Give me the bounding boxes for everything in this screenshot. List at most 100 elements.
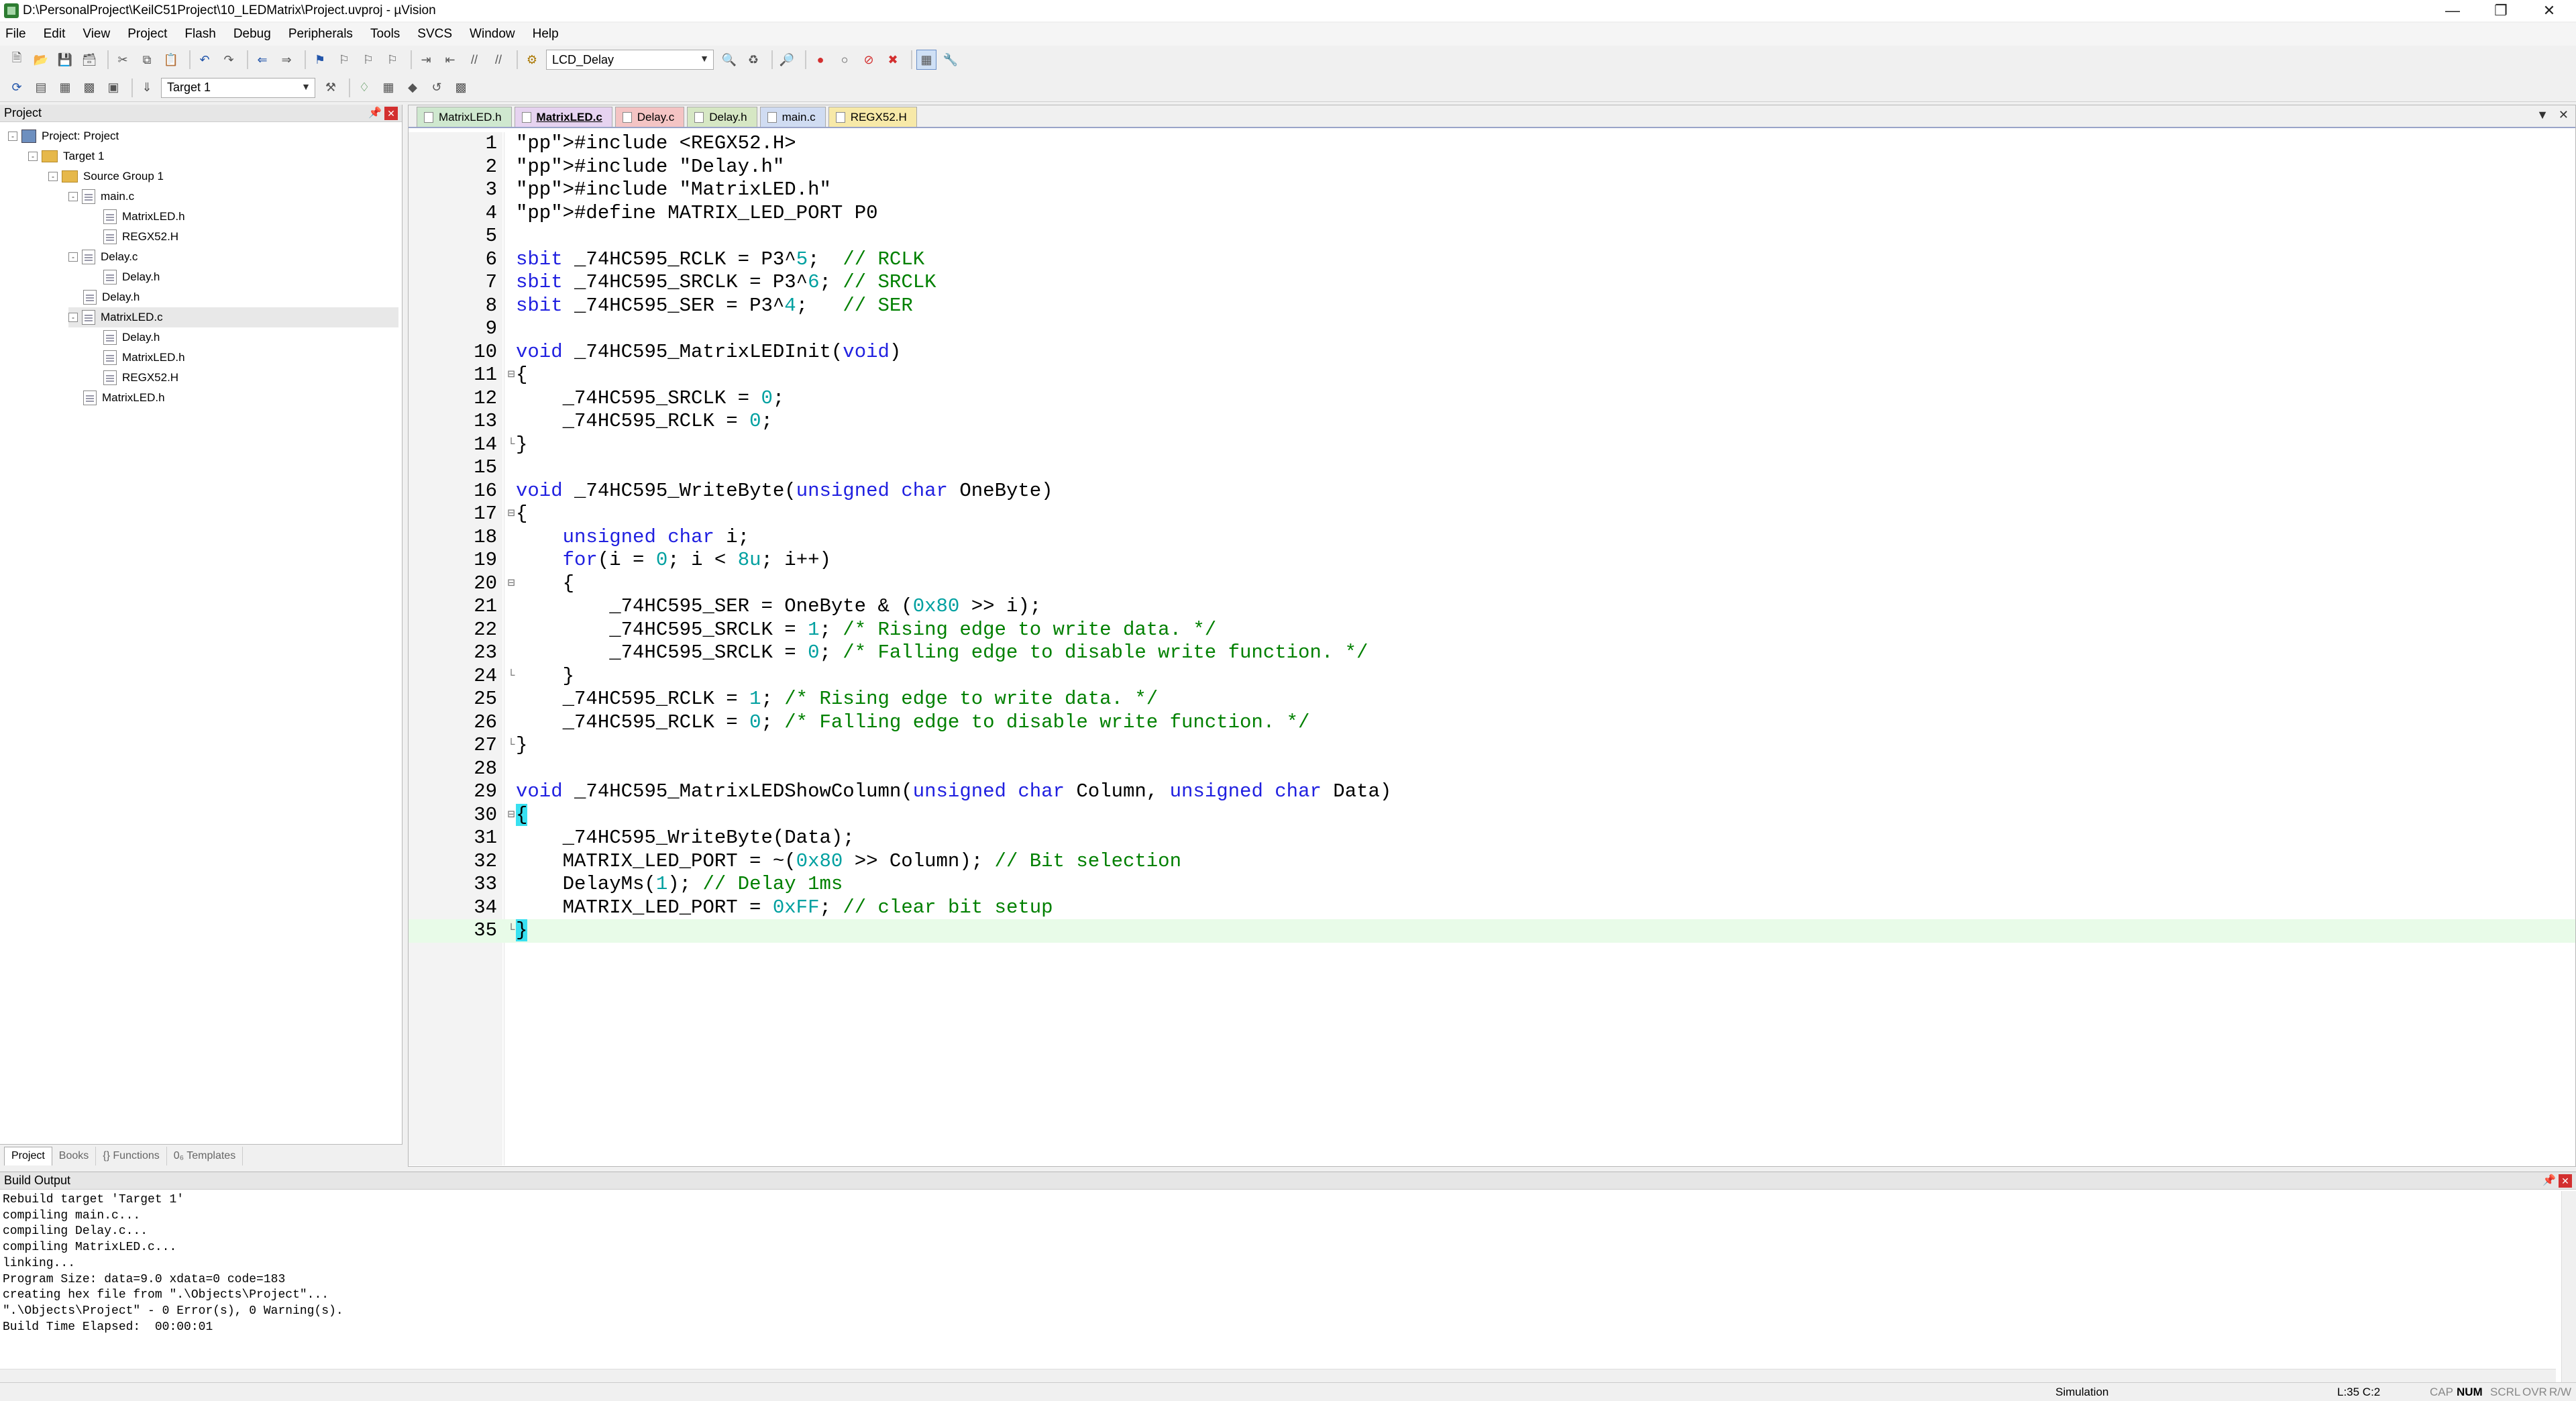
pin-icon[interactable]: 📌	[2542, 1174, 2556, 1187]
open-file-icon[interactable]: 📂	[31, 50, 51, 70]
code-line[interactable]: 20 ⊟ {	[409, 572, 2575, 596]
menu-file[interactable]: File	[5, 27, 26, 42]
code-line[interactable]: 30 ⊟{	[409, 803, 2575, 827]
disable-breakpoints-icon[interactable]: ⊘	[859, 50, 879, 70]
code-area[interactable]: 1 "pp">#include <REGX52.H> 2 "pp">#include …	[409, 132, 2575, 1165]
menu-edit[interactable]: Edit	[44, 27, 66, 42]
manage-components-icon[interactable]: ♢	[354, 78, 374, 98]
close-window-button[interactable]: ✕	[2525, 0, 2573, 21]
code-line[interactable]: 23 _74HC595_SRCLK = 0; /* Falling edge t…	[409, 641, 2575, 665]
code-line[interactable]: 34 MATRIX_LED_PORT = 0xFF; // clear bit …	[409, 896, 2575, 920]
new-file-icon[interactable]: 🗎	[7, 50, 27, 70]
code-line[interactable]: 1 "pp">#include <REGX52.H>	[409, 132, 2575, 156]
menu-window[interactable]: Window	[470, 27, 515, 42]
tree-node-delay-h[interactable]: Delay.h	[83, 287, 140, 307]
navigate-back-icon[interactable]: ⇐	[252, 50, 272, 70]
tab-functions[interactable]: {} Functions	[96, 1146, 167, 1165]
tree-node-include[interactable]: REGX52.H	[103, 368, 178, 388]
replace-icon[interactable]: ♻	[743, 50, 763, 70]
collapse-icon[interactable]: -	[28, 152, 38, 161]
menu-view[interactable]: View	[83, 27, 110, 42]
code-line[interactable]: 5	[409, 225, 2575, 248]
tree-node-project[interactable]: - Project: Project	[8, 126, 119, 146]
code-line[interactable]: 18 unsigned char i;	[409, 526, 2575, 550]
code-line[interactable]: 24 └ }	[409, 665, 2575, 688]
translate-icon[interactable]: ⟳	[7, 78, 27, 98]
code-line[interactable]: 12 _74HC595_SRCLK = 0;	[409, 387, 2575, 411]
collapse-icon[interactable]: -	[8, 132, 17, 141]
vertical-scrollbar[interactable]	[2561, 1191, 2576, 1383]
minimize-button[interactable]: —	[2428, 0, 2477, 21]
horizontal-scrollbar[interactable]	[0, 1369, 2556, 1382]
tab-templates[interactable]: 0₆ Templates	[167, 1146, 244, 1165]
collapse-icon[interactable]: -	[68, 192, 78, 201]
menu-flash[interactable]: Flash	[184, 27, 215, 42]
next-bookmark-icon[interactable]: ⚐	[358, 50, 378, 70]
collapse-icon[interactable]: -	[68, 313, 78, 322]
editor-tab[interactable]: MatrixLED.h	[417, 107, 512, 127]
code-line[interactable]: 33 DelayMs(1); // Delay 1ms	[409, 873, 2575, 896]
batch-build-icon[interactable]: ▩	[79, 78, 99, 98]
menu-svcs[interactable]: SVCS	[417, 27, 452, 42]
tree-node-matrixled-h[interactable]: MatrixLED.h	[83, 388, 165, 408]
code-line[interactable]: 10 void _74HC595_MatrixLEDInit(void)	[409, 341, 2575, 364]
copy-icon[interactable]: ⧉	[137, 50, 157, 70]
close-icon[interactable]: ✕	[384, 107, 398, 120]
configure-icon[interactable]: 🔧	[941, 50, 961, 70]
code-line[interactable]: 6 sbit _74HC595_RCLK = P3^5; // RCLK	[409, 248, 2575, 272]
clear-bookmarks-icon[interactable]: ⚐	[382, 50, 402, 70]
navigate-forward-icon[interactable]: ⇒	[276, 50, 297, 70]
code-line[interactable]: 19 for(i = 0; i < 8u; i++)	[409, 549, 2575, 572]
tree-node-main-c[interactable]: - main.c	[68, 187, 134, 207]
tree-node-matrixled-c[interactable]: - MatrixLED.c	[68, 307, 398, 327]
menu-peripherals[interactable]: Peripherals	[288, 27, 353, 42]
save-all-icon[interactable]: 🗃	[79, 50, 99, 70]
build-output-log[interactable]: Rebuild target 'Target 1' compiling main.…	[3, 1192, 343, 1335]
pin-icon[interactable]: 📌	[368, 106, 382, 119]
menu-debug[interactable]: Debug	[233, 27, 271, 42]
indent-icon[interactable]: ⇥	[416, 50, 436, 70]
code-line[interactable]: 17 ⊟{	[409, 503, 2575, 526]
paste-icon[interactable]: 📋	[161, 50, 181, 70]
code-line[interactable]: 28	[409, 758, 2575, 781]
target-select[interactable]: Target 1 ▼	[161, 77, 315, 98]
cut-icon[interactable]: ✂	[113, 50, 133, 70]
code-line[interactable]: 11 ⊟{	[409, 364, 2575, 387]
rebuild-icon[interactable]: ▦	[55, 78, 75, 98]
download-icon[interactable]: ⇓	[137, 78, 157, 98]
tree-node-delay-c[interactable]: - Delay.c	[68, 247, 138, 267]
tree-node-include[interactable]: MatrixLED.h	[103, 348, 185, 368]
pack-installer-icon[interactable]: ▩	[451, 78, 471, 98]
code-line[interactable]: 21 _74HC595_SER = OneByte & (0x80 >> i);	[409, 595, 2575, 619]
code-line[interactable]: 8 sbit _74HC595_SER = P3^4; // SER	[409, 295, 2575, 318]
kill-breakpoints-icon[interactable]: ✖	[883, 50, 903, 70]
code-line[interactable]: 13 _74HC595_RCLK = 0;	[409, 410, 2575, 433]
close-icon[interactable]: ✕	[2559, 1174, 2572, 1188]
code-line[interactable]: 26 _74HC595_RCLK = 0; /* Falling edge to…	[409, 711, 2575, 735]
prev-bookmark-icon[interactable]: ⚐	[334, 50, 354, 70]
code-line[interactable]: 16 void _74HC595_WriteByte(unsigned char …	[409, 480, 2575, 503]
unindent-icon[interactable]: ⇤	[440, 50, 460, 70]
select-pack-icon[interactable]: ◆	[402, 78, 423, 98]
uncomment-icon[interactable]: //	[488, 50, 508, 70]
find-in-files-icon[interactable]: 🔍	[719, 50, 739, 70]
stop-build-icon[interactable]: ▣	[103, 78, 123, 98]
collapse-icon[interactable]: -	[68, 252, 78, 262]
tree-node-include[interactable]: MatrixLED.h	[103, 207, 185, 227]
tab-books[interactable]: Books	[52, 1146, 97, 1165]
code-line[interactable]: 31 _74HC595_WriteByte(Data);	[409, 827, 2575, 850]
tree-node-include[interactable]: Delay.h	[103, 267, 160, 287]
code-line[interactable]: 25 _74HC595_RCLK = 1; /* Rising edge to …	[409, 688, 2575, 711]
tree-node-target[interactable]: - Target 1	[28, 146, 104, 166]
code-line[interactable]: 9	[409, 317, 2575, 341]
redo-icon[interactable]: ↷	[219, 50, 239, 70]
insert-breakpoint-icon[interactable]: ●	[810, 50, 830, 70]
code-line[interactable]: 7 sbit _74HC595_SRCLK = P3^6; // SRCLK	[409, 271, 2575, 295]
tree-node-source-group[interactable]: - Source Group 1	[48, 166, 164, 187]
debug-session-icon[interactable]: 🔎	[777, 50, 797, 70]
collapse-icon[interactable]: -	[48, 172, 58, 181]
code-line[interactable]: 14 └}	[409, 433, 2575, 457]
save-icon[interactable]: 💾	[55, 50, 75, 70]
code-line[interactable]: 4 "pp">#define MATRIX_LED_PORT P0	[409, 202, 2575, 225]
find-combo[interactable]: LCD_Delay ▼	[546, 50, 714, 70]
